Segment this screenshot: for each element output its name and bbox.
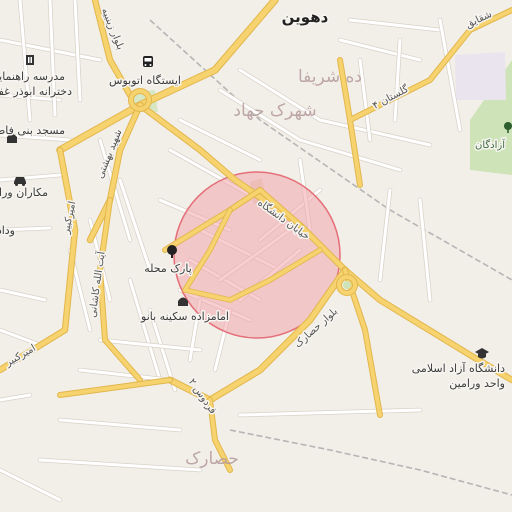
poi-label-mosque: مسجد بنی فاطمه [0, 124, 65, 137]
poi-label-school-2: دخترانه ابوذر غفاری [0, 85, 72, 98]
poi-label-imamzadeh: امامزاده سکینه بانو [140, 310, 229, 323]
poi-label-mechanic: مکاران ورامین [0, 186, 48, 199]
industrial-area [455, 52, 506, 100]
poi-label-bus-station: ایستگاه اتوبوس [109, 74, 181, 87]
poi-label-university-1: دانشگاه آزاد اسلامی [412, 361, 505, 375]
bus-icon[interactable] [143, 56, 153, 67]
poi-label-park-mahalleh: پارک محله [144, 262, 192, 275]
district-label-deh-sharifa: ده شریفا [298, 67, 362, 87]
poi-label-university-2: واحد ورامین [449, 377, 505, 390]
town-label-dehvin: دهوین [282, 8, 329, 26]
poi-label-vada: وداد [0, 224, 15, 237]
map-canvas[interactable]: دهوین ده شریفا شهرک جهاد گلستان ۴ شقایق … [0, 0, 512, 512]
district-label-shahrak-jahad: شهرک جهاد [233, 101, 316, 121]
poi-label-school-1: مدرسه راهنمایی [0, 70, 65, 83]
map-svg: دهوین ده شریفا شهرک جهاد گلستان ۴ شقایق … [0, 0, 512, 512]
district-label-hesarak: حصارک [185, 449, 239, 469]
school-icon[interactable] [26, 55, 34, 65]
label-azadegan: آزادگان [475, 138, 506, 151]
